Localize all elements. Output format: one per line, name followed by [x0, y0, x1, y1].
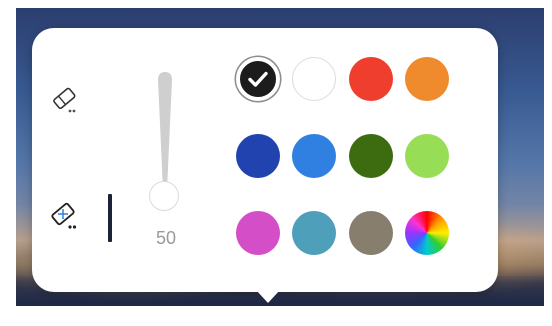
checkmark-icon: [240, 61, 276, 97]
stroke-size-slider-track[interactable]: [156, 72, 174, 192]
custom-color-picker-button[interactable]: [405, 211, 449, 255]
stroke-size-slider-thumb[interactable]: [149, 181, 179, 211]
color-swatch-dark-green[interactable]: [349, 134, 393, 178]
color-swatch-teal[interactable]: [292, 211, 336, 255]
area-eraser-icon: [48, 198, 82, 232]
color-swatch-orange[interactable]: [405, 57, 449, 101]
color-swatch-magenta[interactable]: [236, 211, 280, 255]
color-swatch-dark-blue[interactable]: [236, 134, 280, 178]
area-eraser-tool-button[interactable]: [48, 198, 82, 232]
stroke-size-value: 50: [155, 228, 177, 248]
color-swatch-taupe[interactable]: [349, 211, 393, 255]
popup-pointer: [256, 290, 280, 303]
color-swatch-white[interactable]: [292, 57, 336, 101]
color-swatch-red[interactable]: [349, 57, 393, 101]
eraser-icon: [48, 82, 82, 116]
color-swatch-light-green[interactable]: [405, 134, 449, 178]
eraser-tool-button[interactable]: [48, 82, 82, 116]
color-swatch-black[interactable]: [236, 57, 280, 101]
selected-tool-indicator: [108, 194, 112, 242]
color-swatch-blue[interactable]: [292, 134, 336, 178]
